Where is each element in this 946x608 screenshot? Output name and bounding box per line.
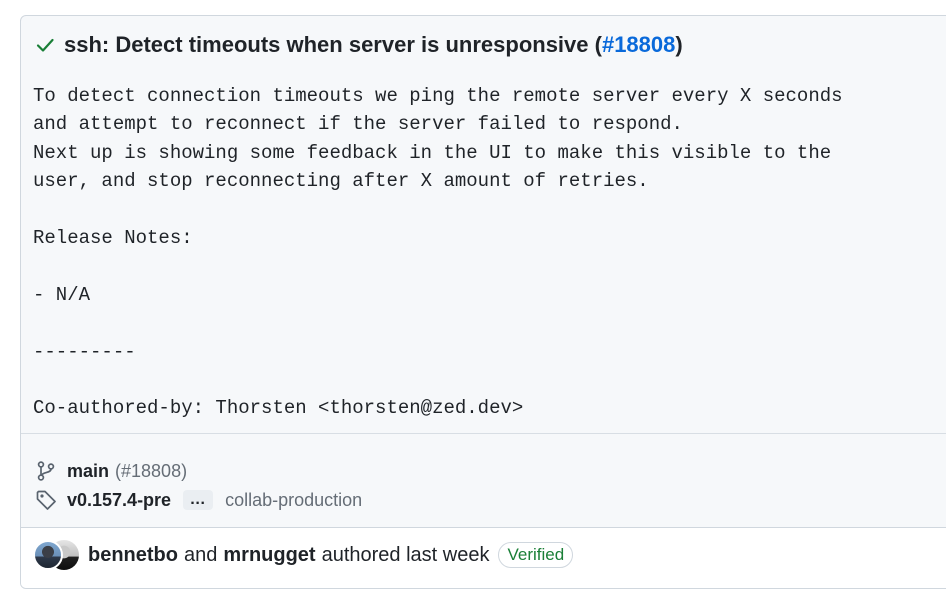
commit-message-line: Release Notes:	[33, 227, 193, 250]
divider	[21, 433, 946, 434]
tag-link[interactable]: v0.157.4-pre	[67, 490, 171, 511]
avatar-stack	[33, 540, 79, 570]
check-icon	[35, 35, 55, 55]
authors-joiner: and	[184, 543, 218, 566]
verified-badge[interactable]: Verified	[498, 542, 574, 568]
git-branch-icon	[35, 460, 57, 482]
expand-tags-button[interactable]: …	[183, 490, 214, 510]
commit-card: ssh: Detect timeouts when server is unre…	[20, 15, 946, 589]
tag-row: v0.157.4-pre … collab-production	[35, 489, 362, 511]
commit-message-body: To detect connection timeouts we ping th…	[33, 82, 843, 423]
commit-footer: bennetbo and mrnugget authored last week…	[21, 527, 946, 588]
commit-message-line: Next up is showing some feedback in the …	[33, 141, 832, 164]
tag-collab-production[interactable]: collab-production	[225, 490, 362, 511]
commit-message-line: To detect connection timeouts we ping th…	[33, 85, 843, 107]
commit-message-line: - N/A	[33, 283, 91, 306]
pr-link[interactable]: #18808	[602, 32, 675, 58]
branch-pr-ref[interactable]: (#18808)	[115, 461, 187, 482]
commit-title-suffix: )	[675, 32, 683, 57]
commit-message-line: ---------	[33, 340, 136, 363]
commit-title: ssh: Detect timeouts when server is unre…	[35, 32, 683, 58]
commit-message-line: user, and stop reconnecting after X amou…	[33, 170, 649, 193]
branch-row: main (#18808)	[35, 460, 187, 482]
branch-link[interactable]: main	[67, 461, 109, 482]
avatar[interactable]	[33, 540, 63, 570]
tag-icon	[35, 489, 57, 511]
commit-title-text: ssh: Detect timeouts when server is unre…	[64, 32, 602, 57]
author-link-mrnugget[interactable]: mrnugget	[223, 544, 315, 567]
commit-message-line: and attempt to reconnect if the server f…	[33, 113, 683, 136]
author-link-bennetbo[interactable]: bennetbo	[88, 544, 178, 567]
authors-row: bennetbo and mrnugget authored last week…	[33, 540, 574, 570]
authored-time: authored last week	[321, 543, 490, 566]
commit-message-line: Co-authored-by: Thorsten <thorsten@zed.d…	[33, 397, 524, 420]
